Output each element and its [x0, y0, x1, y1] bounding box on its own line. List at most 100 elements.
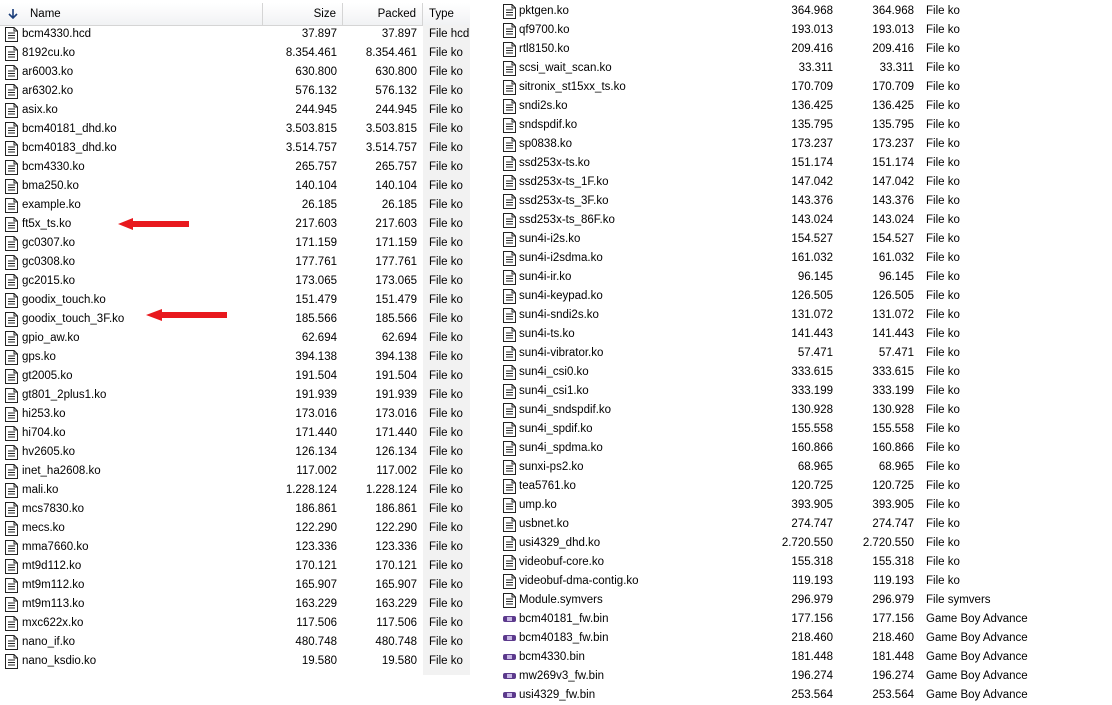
file-row[interactable]: ssd253x-ts_86F.ko 143.024 143.024 File ko	[497, 211, 1033, 230]
file-row[interactable]: usbnet.ko 274.747 274.747 File ko	[497, 515, 1033, 534]
file-row[interactable]: sun4i_csi0.ko 333.615 333.615 File ko	[497, 363, 1033, 382]
file-row[interactable]: tea5761.ko 120.725 120.725 File ko	[497, 477, 1033, 496]
file-row[interactable]: goodix_touch_3F.ko 185.566 185.566 File ko	[0, 310, 470, 329]
file-row[interactable]: sndspdif.ko 135.795 135.795 File ko	[497, 116, 1033, 135]
document-file-icon	[503, 555, 516, 570]
file-name: gt801_2plus1.ko	[22, 389, 107, 401]
file-row[interactable]: mt9d112.ko 170.121 170.121 File ko	[0, 557, 470, 576]
file-row[interactable]: ssd253x-ts_1F.ko 147.042 147.042 File ko	[497, 173, 1033, 192]
file-type: Game Boy Advance	[926, 689, 1028, 701]
file-row[interactable]: bma250.ko 140.104 140.104 File ko	[0, 177, 470, 196]
file-row[interactable]: hi253.ko 173.016 173.016 File ko	[0, 405, 470, 424]
file-row[interactable]: inet_ha2608.ko 117.002 117.002 File ko	[0, 462, 470, 481]
file-name: bma250.ko	[22, 180, 79, 192]
file-packed-size: 122.290	[375, 522, 417, 534]
file-row[interactable]: gt801_2plus1.ko 191.939 191.939 File ko	[0, 386, 470, 405]
file-row[interactable]: sun4i-ts.ko 141.443 141.443 File ko	[497, 325, 1033, 344]
file-row[interactable]: mxc622x.ko 117.506 117.506 File ko	[0, 614, 470, 633]
file-row[interactable]: bcm4330.ko 265.757 265.757 File ko	[0, 158, 470, 177]
type-column-header[interactable]: Type	[423, 3, 470, 25]
file-size: 274.747	[791, 518, 833, 530]
file-row[interactable]: example.ko 26.185 26.185 File ko	[0, 196, 470, 215]
file-row[interactable]: pktgen.ko 364.968 364.968 File ko	[497, 2, 1033, 21]
document-file-icon	[503, 346, 516, 361]
packed-column-header[interactable]: Packed	[343, 3, 423, 25]
file-row[interactable]: bcm40183_dhd.ko 3.514.757 3.514.757 File ko	[0, 139, 470, 158]
file-row[interactable]: sun4i-i2sdma.ko 161.032 161.032 File ko	[497, 249, 1033, 268]
file-row[interactable]: usi4329_fw.bin 253.564 253.564 Game Boy Adv…	[497, 686, 1033, 705]
file-row[interactable]: bcm4330.hcd 37.897 37.897 File hcd	[0, 25, 470, 44]
file-row[interactable]: rtl8150.ko 209.416 209.416 File ko	[497, 40, 1033, 59]
file-row[interactable]: mcs7830.ko 186.861 186.861 File ko	[0, 500, 470, 519]
file-row[interactable]: sp0838.ko 173.237 173.237 File ko	[497, 135, 1033, 154]
file-row[interactable]: sun4i_csi1.ko 333.199 333.199 File ko	[497, 382, 1033, 401]
file-row[interactable]: bcm40183_fw.bin 218.460 218.460 Game Boy Ad…	[497, 629, 1033, 648]
file-row[interactable]: sun4i_sndspdif.ko 130.928 130.928 File ko	[497, 401, 1033, 420]
file-packed-size: 173.065	[375, 275, 417, 287]
file-row[interactable]: sun4i_spdma.ko 160.866 160.866 File ko	[497, 439, 1033, 458]
file-row[interactable]: bcm4330.bin 181.448 181.448 Game Boy Advanc…	[497, 648, 1033, 667]
file-row[interactable]: gt2005.ko 191.504 191.504 File ko	[0, 367, 470, 386]
file-row[interactable]: sun4i-vibrator.ko 57.471 57.471 File ko	[497, 344, 1033, 363]
sort-down-arrow-icon	[8, 9, 18, 20]
file-row[interactable]: mt9m113.ko 163.229 163.229 File ko	[0, 595, 470, 614]
file-row[interactable]: Module.symvers 296.979 296.979 File symvers	[497, 591, 1033, 610]
file-row[interactable]: videobuf-dma-contig.ko 119.193 119.193 File…	[497, 572, 1033, 591]
file-row[interactable]: ar6003.ko 630.800 630.800 File ko	[0, 63, 470, 82]
file-row[interactable]: nano_ksdio.ko 19.580 19.580 File ko	[0, 652, 470, 671]
file-size: 2.720.550	[781, 537, 833, 549]
file-row[interactable]: mt9m112.ko 165.907 165.907 File ko	[0, 576, 470, 595]
file-row[interactable]: ssd253x-ts_3F.ko 143.376 143.376 File ko	[497, 192, 1033, 211]
file-row[interactable]: ssd253x-ts.ko 151.174 151.174 File ko	[497, 154, 1033, 173]
file-row[interactable]: nano_if.ko 480.748 480.748 File ko	[0, 633, 470, 652]
file-row[interactable]: gpio_aw.ko 62.694 62.694 File ko	[0, 329, 470, 348]
file-packed-size: 480.748	[375, 636, 417, 648]
file-row[interactable]: gps.ko 394.138 394.138 File ko	[0, 348, 470, 367]
file-row[interactable]: sndi2s.ko 136.425 136.425 File ko	[497, 97, 1033, 116]
file-size: 177.156	[791, 613, 833, 625]
file-name: tea5761.ko	[519, 480, 576, 492]
file-row[interactable]: usi4329_dhd.ko 2.720.550 2.720.550 File ko	[497, 534, 1033, 553]
name-column-header[interactable]: Name	[0, 3, 263, 25]
file-packed-size: 8.354.461	[365, 47, 417, 59]
file-row[interactable]: mecs.ko 122.290 122.290 File ko	[0, 519, 470, 538]
file-row[interactable]: sitronix_st15xx_ts.ko 170.709 170.709 File …	[497, 78, 1033, 97]
file-row[interactable]: sun4i-keypad.ko 126.505 126.505 File ko	[497, 287, 1033, 306]
file-row[interactable]: sun4i-sndi2s.ko 131.072 131.072 File ko	[497, 306, 1033, 325]
file-packed-size: 119.193	[873, 575, 914, 587]
file-row[interactable]: mma7660.ko 123.336 123.336 File ko	[0, 538, 470, 557]
file-row[interactable]: 8192cu.ko 8.354.461 8.354.461 File ko	[0, 44, 470, 63]
file-row[interactable]: gc0308.ko 177.761 177.761 File ko	[0, 253, 470, 272]
file-row[interactable]: gc0307.ko 171.159 171.159 File ko	[0, 234, 470, 253]
file-row[interactable]: goodix_touch.ko 151.479 151.479 File ko	[0, 291, 470, 310]
file-packed-size: 253.564	[872, 689, 914, 701]
file-row[interactable]: ar6302.ko 576.132 576.132 File ko	[0, 82, 470, 101]
file-name: bcm4330.bin	[519, 651, 585, 663]
document-file-icon	[5, 388, 18, 403]
file-row[interactable]: mali.ko 1.228.124 1.228.124 File ko	[0, 481, 470, 500]
file-row[interactable]: asix.ko 244.945 244.945 File ko	[0, 101, 470, 120]
file-row[interactable]: bcm40181_fw.bin 177.156 177.156 Game Boy Ad…	[497, 610, 1033, 629]
file-row[interactable]: ft5x_ts.ko 217.603 217.603 File ko	[0, 215, 470, 234]
file-row[interactable]: mw269v3_fw.bin 196.274 196.274 Game Boy Adv…	[497, 667, 1033, 686]
size-column-header[interactable]: Size	[263, 3, 343, 25]
file-row[interactable]: videobuf-core.ko 155.318 155.318 File ko	[497, 553, 1033, 572]
file-packed-size: 165.907	[375, 579, 417, 591]
file-row[interactable]: sun4i-ir.ko 96.145 96.145 File ko	[497, 268, 1033, 287]
file-row[interactable]: hi704.ko 171.440 171.440 File ko	[0, 424, 470, 443]
document-file-icon	[503, 327, 516, 342]
file-row[interactable]: qf9700.ko 193.013 193.013 File ko	[497, 21, 1033, 40]
file-row[interactable]: scsi_wait_scan.ko 33.311 33.311 File ko	[497, 59, 1033, 78]
file-row[interactable]: bcm40181_dhd.ko 3.503.815 3.503.815 File ko	[0, 120, 470, 139]
file-row[interactable]: sun4i-i2s.ko 154.527 154.527 File ko	[497, 230, 1033, 249]
file-row[interactable]: gc2015.ko 173.065 173.065 File ko	[0, 272, 470, 291]
file-name: sun4i_csi1.ko	[519, 385, 589, 397]
file-row[interactable]: sunxi-ps2.ko 68.965 68.965 File ko	[497, 458, 1033, 477]
document-file-icon	[503, 156, 516, 171]
file-packed-size: 136.425	[872, 100, 914, 112]
file-row[interactable]: ump.ko 393.905 393.905 File ko	[497, 496, 1033, 515]
file-row[interactable]: sun4i_spdif.ko 155.558 155.558 File ko	[497, 420, 1033, 439]
file-row[interactable]: hv2605.ko 126.134 126.134 File ko	[0, 443, 470, 462]
document-file-icon	[5, 293, 18, 308]
file-size: 630.800	[295, 66, 337, 78]
